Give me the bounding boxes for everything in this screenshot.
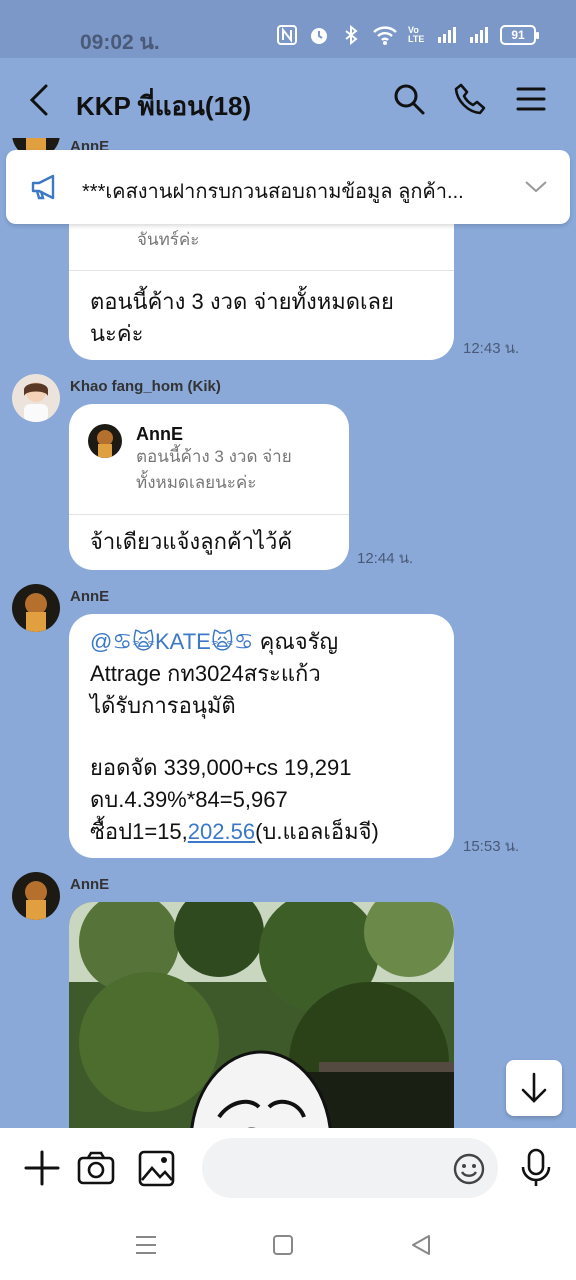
message-text: (บ.แอลเอ็มจี) — [255, 819, 379, 844]
wifi-icon — [373, 26, 397, 45]
avatar[interactable] — [12, 872, 60, 920]
quote-text: ตอนนี้ค้าง 3 งวด จ่าย — [136, 447, 292, 466]
avatar-anne-image — [12, 584, 60, 632]
menu-icon[interactable] — [514, 82, 548, 116]
chat-title: KKP พี่แอน(18) — [76, 91, 252, 121]
signal-icon — [438, 27, 456, 43]
message-text: Attrage กท3024สระแก้ว — [90, 661, 321, 686]
arrow-down-icon — [521, 1072, 547, 1103]
volte-badge: Vo LTE — [408, 25, 425, 44]
announcement-text: ***เคสงานฝากรบกวนสอบถามข้อมูล ลูกค้า... — [82, 181, 464, 203]
message-input-bar — [0, 1128, 576, 1208]
message-text: ซื้อป1=15, — [90, 819, 188, 844]
camera-icon[interactable] — [76, 1148, 116, 1188]
bluetooth-icon — [345, 24, 358, 46]
message-text: คุณจรัญ — [253, 629, 339, 654]
message-text-line: ซื้อป1=15,202.56(บ.แอลเอ็มจี) — [90, 816, 379, 848]
phone-icon[interactable] — [453, 82, 487, 116]
nfc-icon — [277, 25, 297, 45]
chat-area[interactable]: AnnE จันทร์ค่ะ ตอนนี้ค้าง 3 งวด จ่ายทั้ง… — [0, 138, 576, 1128]
phone-link[interactable]: 202.56 — [188, 819, 255, 844]
status-bar: 09:02 น. Vo LTE 91 — [0, 0, 576, 58]
message-text: นะค่ะ — [90, 321, 144, 346]
home-icon[interactable] — [270, 1232, 296, 1258]
quote-text: ทั้งหมดเลยนะค่ะ — [136, 473, 257, 492]
avatar[interactable] — [12, 374, 60, 422]
image-icon[interactable] — [137, 1148, 177, 1188]
quote-divider — [69, 270, 454, 271]
chevron-down-icon[interactable] — [524, 176, 548, 196]
message-text: ได้รับการอนุมัติ — [90, 693, 236, 718]
announcement-banner[interactable]: ***เคสงานฝากรบกวนสอบถามข้อมูล ลูกค้า... — [6, 150, 570, 224]
message-bubble[interactable]: AnnE ตอนนี้ค้าง 3 งวด จ่าย ทั้งหมดเลยนะค… — [69, 404, 349, 570]
message-text: ดบ.4.39%*84=5,967 — [90, 787, 288, 812]
message-text-line: @♋🙀KATE🙀♋ คุณจรัญ — [90, 626, 338, 658]
plus-icon[interactable] — [22, 1148, 62, 1188]
message-text: ตอนนี้ค้าง 3 งวด จ่ายทั้งหมดเลย — [90, 289, 394, 314]
quote-divider — [69, 514, 349, 515]
quote-text: จันทร์ค่ะ — [137, 230, 200, 249]
message-time: 15:53 น. — [463, 838, 520, 855]
sender-name: Khao fang_hom (Kik) — [70, 378, 221, 395]
sender-name: AnnE — [70, 588, 110, 605]
avatar-khao-image — [12, 374, 60, 422]
image-message[interactable] — [69, 902, 454, 1128]
battery-indicator: 91 — [500, 25, 539, 45]
alarm-icon — [311, 28, 327, 44]
message-input[interactable] — [202, 1138, 498, 1198]
mention-tag[interactable]: @♋🙀KATE🙀♋ — [90, 629, 253, 654]
search-icon[interactable] — [392, 82, 426, 116]
quote-avatar — [88, 424, 122, 458]
emoji-icon[interactable] — [452, 1152, 486, 1186]
status-icons: Vo LTE 91 — [276, 24, 539, 46]
microphone-icon[interactable] — [516, 1148, 556, 1188]
status-time: 09:02 น. — [80, 31, 160, 54]
sender-name: AnnE — [70, 876, 110, 893]
chat-header: KKP พี่แอน(18) — [0, 58, 576, 138]
message-bubble[interactable]: @♋🙀KATE🙀♋ คุณจรัญ Attrage กท3024สระแก้ว … — [69, 614, 454, 858]
signal-icon-2 — [470, 27, 488, 43]
message-text: ยอดจัด 339,000+cs 19,291 — [90, 755, 352, 780]
system-nav-bar — [0, 1208, 576, 1280]
quote-avatar-image — [88, 424, 122, 458]
message-text: จ้าเดียวแจ้งลูกค้าไว้ค้ — [90, 529, 293, 554]
back-arrow-icon[interactable] — [26, 82, 56, 118]
message-time: 12:44 น. — [357, 550, 414, 567]
back-nav-icon[interactable] — [408, 1232, 434, 1258]
message-time: 12:43 น. — [463, 340, 520, 357]
avatar[interactable] — [12, 584, 60, 632]
scroll-to-bottom-button[interactable] — [506, 1060, 562, 1116]
recent-apps-icon[interactable] — [133, 1232, 159, 1258]
photo-trees-image — [69, 902, 454, 1128]
megaphone-icon — [31, 174, 55, 200]
avatar-anne-image — [12, 872, 60, 920]
